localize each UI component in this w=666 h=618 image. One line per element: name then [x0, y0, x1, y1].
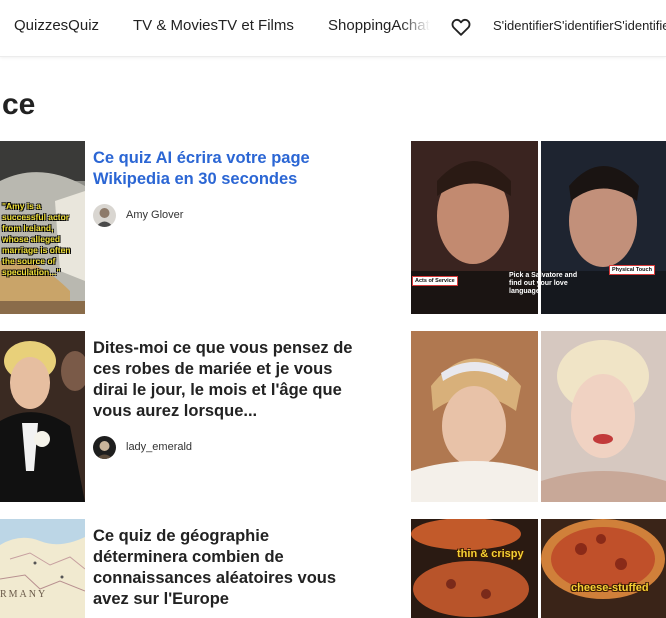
- promo-center-text: Pick a Salvatore and find out your love …: [509, 272, 578, 295]
- promo-tag-left: Acts of Service: [412, 276, 458, 286]
- promo-tag-right: Physical Touch: [609, 265, 655, 275]
- promo-right-image: [541, 331, 666, 502]
- promo-right-image: cheese-stuffed: [541, 519, 666, 618]
- top-navigation: QuizzesQuiz TV & MoviesTV et Films Shopp…: [0, 0, 666, 57]
- card-thumbnail[interactable]: RMANY: [0, 519, 85, 618]
- signin-link[interactable]: S'identifierS'identifierS'identifier: [493, 18, 666, 33]
- heart-icon[interactable]: [450, 16, 472, 38]
- card-thumbnail[interactable]: [0, 331, 85, 502]
- thumbnail-image: [0, 519, 85, 618]
- quiz-card-wikipedia[interactable]: "Amy is a successful actor from Ireland,…: [0, 141, 350, 314]
- avatar: [93, 204, 116, 227]
- promo-label-left: thin & crispy: [457, 548, 524, 560]
- card-thumbnail[interactable]: "Amy is a successful actor from Ireland,…: [0, 141, 85, 314]
- card-title[interactable]: Ce quiz de géographie déterminera combie…: [93, 526, 353, 610]
- promo-left-image: [411, 331, 538, 502]
- avatar: [93, 436, 116, 459]
- nav-link-quizzes[interactable]: QuizzesQuiz: [14, 17, 99, 34]
- promo-label-right: cheese-stuffed: [571, 582, 649, 594]
- map-label: RMANY: [0, 589, 48, 600]
- author-name: Amy Glover: [126, 209, 184, 221]
- thumbnail-image: [0, 331, 85, 502]
- quiz-card-europe-geography[interactable]: RMANY Ce quiz de géographie déterminera …: [0, 519, 350, 618]
- section-title: ce: [2, 88, 36, 121]
- nav-link-shopping[interactable]: ShoppingAchats: [328, 17, 430, 34]
- promo-image-salvatore[interactable]: Acts of Service Physical Touch Pick a Sa…: [411, 141, 666, 314]
- author-name: lady_emerald: [126, 441, 193, 453]
- card-title[interactable]: Dites-moi ce que vous pensez de ces robe…: [93, 338, 353, 422]
- card-title[interactable]: Ce quiz AI écrira votre page Wikipedia e…: [93, 148, 353, 190]
- nav-link-tv-movies[interactable]: TV & MoviesTV et Films: [133, 17, 294, 34]
- promo-image-diana-marilyn[interactable]: [411, 331, 666, 502]
- promo-left-image: thin & crispy: [411, 519, 538, 618]
- promo-image-pizza[interactable]: thin & crispy cheese-stuffed: [411, 519, 666, 618]
- quiz-card-wedding-dresses[interactable]: Dites-moi ce que vous pensez de ces robe…: [0, 331, 353, 502]
- fade-overlay: [400, 17, 430, 34]
- thumbnail-caption: "Amy is a successful actor from Ireland,…: [2, 201, 71, 277]
